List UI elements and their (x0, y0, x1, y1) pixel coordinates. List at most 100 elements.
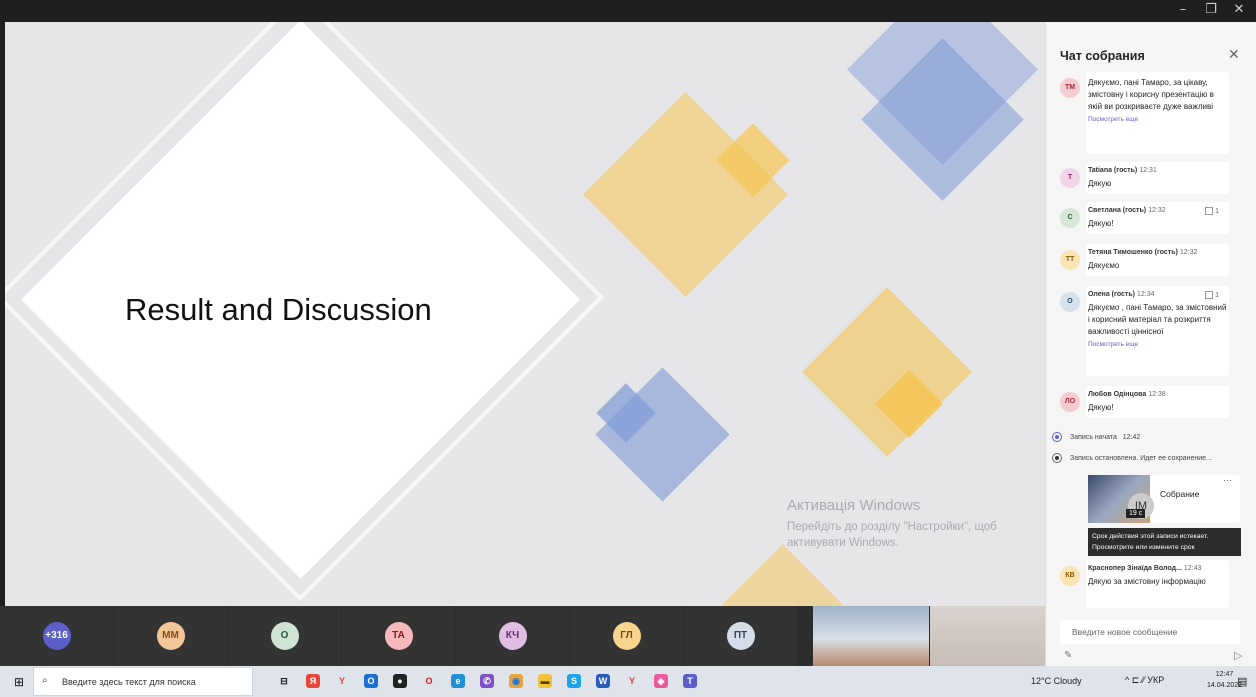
participant-tile[interactable]: ТА (342, 606, 455, 666)
paint-icon[interactable]: ◈ (654, 674, 668, 688)
windows-taskbar: ⊞ ⌕ Введите здесь текст для поиска ⊟ Я Y O ●… (0, 666, 1256, 697)
avatar: О (270, 622, 299, 650)
reaction-count[interactable]: 1 (1205, 291, 1219, 299)
message-time: 12:38 (1148, 391, 1166, 398)
avatar: О (1060, 292, 1080, 312)
avatar: ПТ (726, 622, 755, 650)
system-message: Запись остановлена. Идет ее сохранение..… (1052, 453, 1212, 463)
chat-message[interactable]: О Олена (гость) 12:34 Дякуємо , пані Тамаро… (1060, 286, 1229, 376)
avatar: ТТ (1060, 250, 1080, 270)
participants-bar: +316 ММ О ТА КЧ ГЛ ПТ (0, 606, 1045, 666)
chat-title: Чат собрания (1060, 49, 1145, 63)
message-time: 12:31 (1139, 167, 1157, 174)
chat-message[interactable]: ТМ Дякуємо, пані Тамаро, за цікаву, зміст… (1060, 72, 1229, 154)
close-icon[interactable]: ✕ (1228, 46, 1240, 63)
viber-icon[interactable]: ✆ (480, 674, 494, 688)
weather-widget[interactable]: 12°C Cloudy (1031, 676, 1082, 686)
chat-panel: Чат собрания ✕ ТМ Дякуємо, пані Тамаро, з… (1045, 22, 1256, 666)
message-header: Любов Одінцова 12:38 (1086, 391, 1229, 402)
avatar: +316 (42, 622, 71, 650)
chat-message[interactable]: С Светлана (гость) 12:32 Дякую! 1 (1060, 202, 1229, 234)
search-icon: ⌕ (42, 675, 48, 686)
opera-icon[interactable]: O (422, 674, 436, 688)
notification-icon[interactable]: ▤ (1237, 675, 1247, 688)
task-view-icon[interactable]: ⊟ (277, 674, 291, 688)
deco-diamond (595, 367, 730, 502)
message-time: 12:43 (1183, 565, 1202, 572)
system-message: Запись начата 12:42 (1052, 432, 1140, 442)
message-header: Краснопер Зінаїда Волод... 12:43 (1086, 565, 1229, 576)
message-time: 12:32 (1148, 207, 1166, 214)
title-bar: – ❐ ✕ (0, 0, 1256, 22)
system-tray[interactable]: ^ ⊏ ⁄⁄ УКР (1125, 675, 1164, 686)
avatar: КЧ (498, 622, 527, 650)
file-explorer-icon[interactable]: ▬ (538, 674, 552, 688)
windows-start-icon[interactable]: ⊞ (14, 675, 24, 689)
reaction-icon (1205, 207, 1214, 215)
word-icon[interactable]: W (596, 674, 610, 688)
taskbar-search-field[interactable]: ⌕ Введите здесь текст для поиска (33, 667, 253, 696)
avatar: ТА (384, 622, 413, 650)
message-author: Светлана (гость) (1088, 207, 1147, 214)
message-author: Tatiana (гость) (1088, 167, 1138, 174)
participant-video[interactable] (813, 606, 929, 666)
send-icon[interactable]: ▷ (1234, 649, 1242, 662)
avatar: ГЛ (612, 622, 641, 650)
avatar: ММ (156, 622, 185, 650)
recording-expiry-notice[interactable]: Срок действия этой записи истекает. Прос… (1088, 528, 1241, 556)
more-options-icon[interactable]: ··· (1223, 475, 1232, 485)
teams-icon[interactable]: T (683, 674, 697, 688)
avatar: С (1060, 208, 1080, 228)
yandex-market-icon[interactable]: Y (625, 674, 639, 688)
minimize-icon[interactable]: – (1168, 0, 1198, 22)
message-time: 12:32 (1179, 249, 1198, 256)
message-author: Олена (гость) (1088, 291, 1135, 298)
see-more-link[interactable]: Посмотреть еще (1086, 116, 1229, 123)
message-author: Любов Одінцова (1088, 391, 1147, 398)
recording-card[interactable]: IM 19 с Собрание ··· (1088, 475, 1240, 523)
close-icon[interactable]: ✕ (1224, 0, 1254, 22)
reaction-icon (1205, 291, 1214, 299)
participant-tile[interactable]: О (228, 606, 341, 666)
chrome-icon[interactable]: ◉ (509, 674, 523, 688)
skype-icon[interactable]: S (567, 674, 581, 688)
slide-title: Result and Discussion (125, 292, 432, 327)
windows-activation-watermark: Активація Windows Перейдіть до розділу "… (787, 497, 997, 549)
message-text: Дякуємо, пані Тамаро, за цікаву, змістов… (1088, 78, 1214, 111)
participant-tile[interactable]: ММ (114, 606, 227, 666)
recording-duration: 19 с (1126, 509, 1146, 518)
message-author: Краснопер Зінаїда Волод... (1088, 565, 1182, 572)
yandex-icon[interactable]: Я (306, 674, 320, 688)
message-time: 12:34 (1136, 291, 1155, 298)
message-text: Дякуємо (1088, 261, 1120, 270)
restore-icon[interactable]: ❐ (1196, 0, 1226, 22)
participant-tile[interactable]: +316 (0, 606, 113, 666)
see-more-link[interactable]: Посмотреть еще (1086, 341, 1229, 348)
message-header: Тетяна Тимошенко (гость) 12:32 (1086, 249, 1229, 260)
participant-tile[interactable]: ПТ (684, 606, 797, 666)
chat-message[interactable]: ТТ Тетяна Тимошенко (гость) 12:32 Дякуємо (1060, 244, 1229, 276)
yandex-browser-icon[interactable]: Y (335, 674, 349, 688)
chat-message[interactable]: ЛО Любов Одінцова 12:38 Дякую! (1060, 386, 1229, 418)
participant-tile[interactable]: ГЛ (570, 606, 683, 666)
avatar: КВ (1060, 566, 1080, 586)
deco-diamond (802, 287, 972, 457)
reaction-count[interactable]: 1 (1205, 207, 1219, 215)
participant-video[interactable] (930, 606, 1045, 666)
message-text: Дякую! (1088, 403, 1114, 412)
deco-diamond (722, 544, 843, 606)
avatar: Т (1060, 168, 1080, 188)
message-compose-field[interactable]: Введите новое сообщение (1060, 620, 1240, 644)
participant-tile[interactable]: КЧ (456, 606, 569, 666)
chat-message[interactable]: КВ Краснопер Зінаїда Волод... 12:43 Дякую з… (1060, 560, 1229, 608)
edge-icon[interactable]: e (451, 674, 465, 688)
avatar: ЛО (1060, 392, 1080, 412)
chat-message[interactable]: Т Tatiana (гость) 12:31 Дякую (1060, 162, 1229, 194)
obs-icon[interactable]: ● (393, 674, 407, 688)
shared-slide: Result and Discussion Активація Windows … (5, 22, 1045, 606)
recording-name: Собрание (1160, 489, 1200, 499)
reaction-number: 1 (1215, 207, 1219, 215)
message-text: Дякуємо , пані Тамаро, за змістовний і к… (1088, 303, 1227, 336)
outlook-icon[interactable]: O (364, 674, 378, 688)
format-icon[interactable]: ✎ (1064, 650, 1072, 661)
